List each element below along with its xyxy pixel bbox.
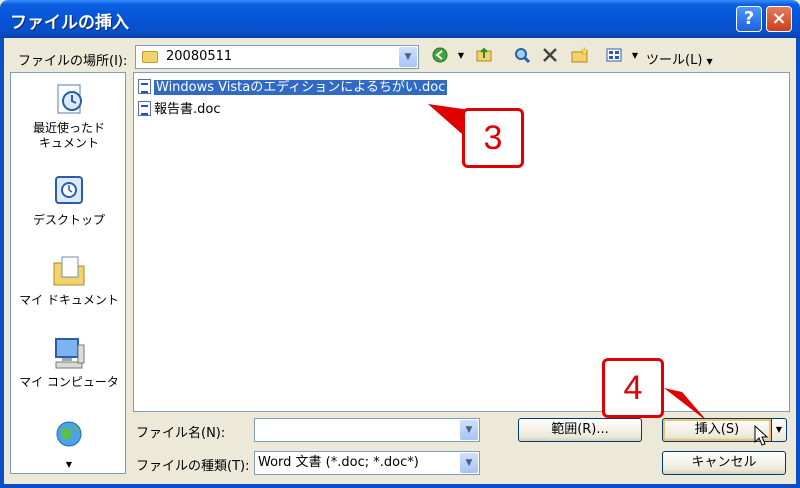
word-doc-icon [138, 79, 151, 94]
place-recent-label: 最近使ったド キュメント [32, 121, 105, 150]
file-name: Windows Vistaのエディションによるちがい.doc [154, 80, 448, 95]
network-places-icon [50, 417, 88, 453]
back-dropdown-icon[interactable]: ▼ [451, 46, 471, 66]
file-name: 報告書.doc [154, 102, 221, 117]
place-my-computer-label: マイ コンピュータ [19, 375, 119, 389]
callout-step-4: 4 [602, 358, 664, 418]
file-item[interactable]: 報告書.doc [138, 101, 221, 119]
views-icon[interactable] [604, 46, 624, 66]
new-folder-icon[interactable] [570, 46, 590, 66]
desktop-icon [50, 173, 88, 209]
insert-dropdown-button[interactable]: ▼ [771, 418, 787, 442]
window-title: ファイルの挿入 [10, 13, 129, 33]
file-item[interactable]: Windows Vistaのエディションによるちがい.doc [138, 79, 448, 97]
location-select[interactable]: 20080511 ▼ [135, 45, 419, 69]
place-my-documents-label: マイ ドキュメント [19, 293, 119, 307]
delete-icon[interactable] [540, 46, 560, 66]
recent-documents-icon [50, 81, 88, 117]
tools-menu-label: ツール(L) [646, 53, 703, 68]
close-button[interactable]: × [766, 6, 792, 32]
place-my-computer[interactable]: マイ コンピュータ [11, 335, 127, 390]
place-recent[interactable]: 最近使ったド キュメント [11, 81, 127, 151]
location-label: ファイルの場所(I): [18, 54, 128, 69]
back-icon[interactable] [430, 46, 450, 66]
range-button[interactable]: 範囲(R)... [518, 418, 642, 442]
chevron-down-icon[interactable]: ▼ [460, 453, 478, 473]
my-computer-icon [50, 335, 88, 371]
tools-menu[interactable]: ツール(L) ▼ [646, 49, 713, 68]
tools-dropdown-icon: ▼ [706, 57, 713, 66]
folder-icon [142, 51, 158, 63]
callout-step-3: 3 [462, 108, 524, 168]
chevron-down-icon[interactable]: ▼ [399, 47, 417, 67]
chevron-down-icon[interactable]: ▼ [460, 420, 478, 440]
cancel-button[interactable]: キャンセル [662, 451, 786, 475]
my-documents-icon [50, 253, 88, 289]
place-desktop-label: デスクトップ [32, 213, 105, 227]
filetype-label: ファイルの種類(T): [136, 459, 250, 474]
place-network[interactable]: ▼ [11, 417, 127, 472]
filename-input[interactable]: ▼ [254, 418, 480, 442]
places-scroll-down-icon[interactable]: ▼ [11, 457, 127, 472]
location-value: 20080511 [166, 49, 233, 64]
places-bar: 最近使ったド キュメント デスクトップ マイ ドキュメント マイ コンピュータ … [10, 72, 126, 474]
filetype-value: Word 文書 (*.doc; *.doc*) [258, 455, 419, 470]
up-folder-icon[interactable] [474, 46, 494, 66]
views-dropdown-icon[interactable]: ▼ [625, 46, 645, 66]
place-desktop[interactable]: デスクトップ [11, 173, 127, 228]
filetype-select[interactable]: Word 文書 (*.doc; *.doc*) ▼ [254, 451, 480, 475]
help-button[interactable]: ? [736, 6, 762, 32]
word-doc-icon [138, 101, 151, 116]
mouse-cursor-icon [754, 425, 769, 446]
search-web-icon[interactable] [512, 46, 532, 66]
place-my-documents[interactable]: マイ ドキュメント [11, 253, 127, 308]
title-bar: ファイルの挿入 ? × [0, 0, 800, 38]
filename-label: ファイル名(N): [136, 426, 226, 441]
